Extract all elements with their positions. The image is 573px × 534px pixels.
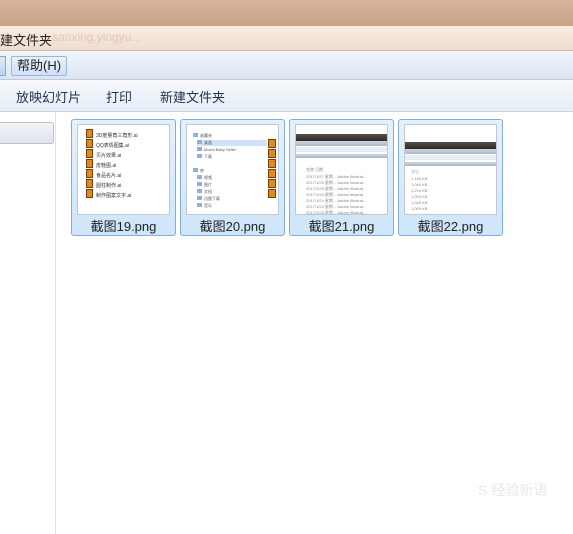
thumb-toolbar [296,141,387,146]
ai-file-icon [86,149,93,158]
title-band [0,0,573,26]
picture-icon [197,182,202,186]
toolbar: 放映幻灯片 打印 新建文件夹 [0,80,573,112]
thumb-text-row: 2017/1/26 星期... Adobe Illustrat... [306,210,367,215]
thumbnail-19: 3D度量角三角形.ai QQ表情图集.ai 贝片效果.ai 皮鞋图.ai 食品名… [77,124,170,215]
previous-menu-item-edge[interactable] [0,56,6,76]
thumb-text-row: 2017/1/26 星期... Adobe Illustrat... [306,192,367,197]
thumb-file-row: 3D度量角三角形.ai [86,129,138,139]
thumb-text-row: 1,216 KB [411,188,428,193]
file-tile-20[interactable]: 收藏夹 桌面 Mochi Baby Seller 下载 库 视频 图片 文档 迅… [180,119,285,236]
ai-file-icon [268,149,276,158]
thumb-nav-row: 下载 [197,154,212,160]
thumb-text-row: 大小 [411,169,419,174]
thumb-nav-row: 收藏夹 [193,133,212,139]
folder-icon [193,133,198,137]
video-icon [197,175,202,179]
thumb-file-row: 皮鞋图.ai [86,159,116,169]
thumbnail-22: 大小 1,153 KB 1,044 KB 1,216 KB 1,093 KB 1… [404,124,497,215]
print-button[interactable]: 打印 [106,87,132,106]
thumb-titlebar [296,134,387,141]
library-icon [193,168,198,172]
thumb-text-row: 1,044 KB [411,182,428,187]
thumb-nav-row: 文档 [197,189,212,195]
ai-file-icon [268,179,276,188]
thumb-text-row: 1,093 KB [411,194,428,199]
thumb-file-row: 制作图案文字.ai [86,189,131,199]
file-tile-19[interactable]: 3D度量角三角形.ai QQ表情图集.ai 贝片效果.ai 皮鞋图.ai 食品名… [71,119,176,236]
nav-selected-item[interactable] [0,122,54,144]
thumb-text-row: 1,153 KB [411,176,428,181]
navigation-pane [0,112,56,534]
file-name-21: 截图21.png [308,219,375,234]
music-icon [197,203,202,207]
thumb-nav-row: 库 [193,168,204,174]
ghost-address-text: sanxing.yingyu... [52,30,142,44]
thumb-file-row: 食品名片.ai [86,169,121,179]
file-tile-22[interactable]: 大小 1,153 KB 1,044 KB 1,216 KB 1,093 KB 1… [398,119,503,236]
thumb-text-row: 1,049 KB [411,200,428,205]
ai-file-icon [86,189,93,198]
thumb-nav-row: 图片 [197,182,212,188]
thumb-text-row: 1,009 KB [411,206,428,211]
folder-icon [197,154,202,158]
thumb-file-label: 制作图案文字.ai [96,193,132,199]
thumb-nav-row: 迅雷下载 [197,196,220,202]
thumb-toolbar [405,149,496,154]
thumb-nav-row: 视频 [197,175,212,181]
thumb-text-row: 名称 日期 [306,167,324,172]
file-name-22: 截图22.png [417,219,484,234]
folder-icon [197,140,202,144]
ai-file-icon [268,139,276,148]
thumb-file-row: 贝片效果.ai [86,149,121,159]
ai-file-icon [268,189,276,198]
thumb-titlebar [405,142,496,149]
thumb-text-row: 2017/1/24 星期... Adobe Illustrat... [306,198,367,203]
ai-file-icon [268,169,276,178]
thumb-text-row: 2017/1/26 星期... Adobe Illustrat... [306,186,367,191]
thumb-text-row: 2017/1/24 星期... Adobe Illustrat... [306,204,367,209]
thumb-text-row: 2017/1/27 星期... Adobe Illustrat... [306,174,367,179]
new-folder-button[interactable]: 新建文件夹 [160,87,225,106]
ai-file-icon [86,129,93,138]
thumb-header [296,147,387,152]
ai-file-icon [86,139,93,148]
thumb-file-row: QQ表情图集.ai [86,139,129,149]
thumb-nav-row: Mochi Baby Seller [197,147,236,153]
ai-file-icon [86,169,93,178]
file-name-19: 截图19.png [90,219,157,234]
menu-help[interactable]: 帮助(H) [11,56,68,76]
title-bar: 建文件夹 sanxing.yingyu... [0,26,573,51]
slideshow-button[interactable]: 放映幻灯片 [16,87,81,106]
thumbnail-21: 名称 日期 2017/1/27 星期... Adobe Illustrat...… [295,124,388,215]
file-tile-21[interactable]: 名称 日期 2017/1/27 星期... Adobe Illustrat...… [289,119,394,236]
thumb-file-row: 圆柱制作.ai [86,179,121,189]
thumb-text-row: 2017/1/25 星期... Adobe Illustrat... [306,180,367,185]
document-icon [197,189,202,193]
menu-bar: 帮助(H) [0,51,573,80]
ai-file-icon [268,159,276,168]
watermark: S 经验新语 [478,482,548,498]
thumb-nav-row: 音乐 [197,203,212,209]
download-icon [197,196,202,200]
thumbnail-20: 收藏夹 桌面 Mochi Baby Seller 下载 库 视频 图片 文档 迅… [186,124,279,215]
window-title: 建文件夹 [0,33,53,48]
ai-file-icon [86,159,93,168]
ai-file-icon [86,179,93,188]
folder-icon [197,147,202,151]
thumb-ribbon [405,162,496,166]
file-name-20: 截图20.png [199,219,266,234]
thumb-ribbon [296,154,387,158]
thumb-nav-row: 桌面 [197,140,212,146]
thumb-header [405,155,496,160]
